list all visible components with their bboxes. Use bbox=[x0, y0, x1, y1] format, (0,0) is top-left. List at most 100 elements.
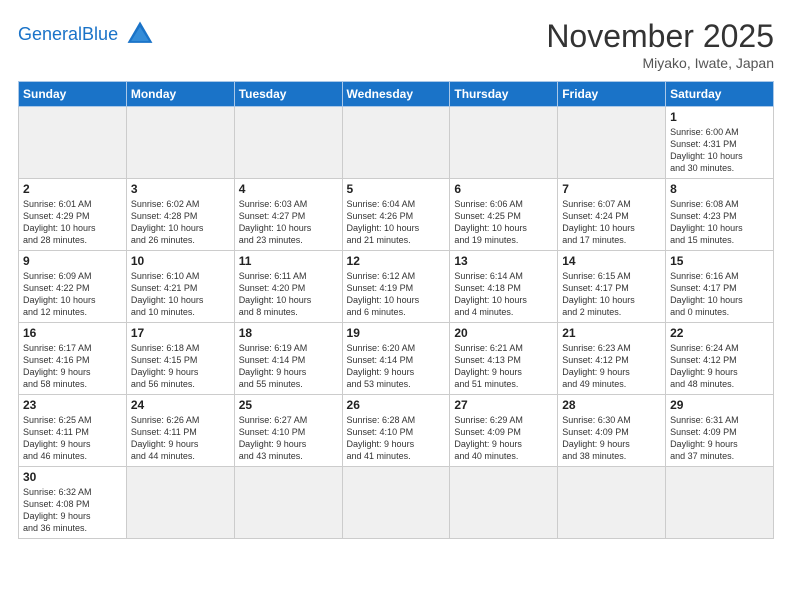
day-info: Sunrise: 6:01 AM Sunset: 4:29 PM Dayligh… bbox=[23, 198, 122, 247]
logo: GeneralBlue bbox=[18, 18, 156, 50]
calendar-cell: 8Sunrise: 6:08 AM Sunset: 4:23 PM Daylig… bbox=[666, 179, 774, 251]
day-info: Sunrise: 6:17 AM Sunset: 4:16 PM Dayligh… bbox=[23, 342, 122, 391]
day-info: Sunrise: 6:27 AM Sunset: 4:10 PM Dayligh… bbox=[239, 414, 338, 463]
page: GeneralBlue November 2025 Miyako, Iwate,… bbox=[0, 0, 792, 612]
day-info: Sunrise: 6:23 AM Sunset: 4:12 PM Dayligh… bbox=[562, 342, 661, 391]
day-number: 18 bbox=[239, 326, 338, 340]
day-info: Sunrise: 6:32 AM Sunset: 4:08 PM Dayligh… bbox=[23, 486, 122, 535]
week-row-0: 1 Sunrise: 6:00 AM Sunset: 4:31 PM Daylig… bbox=[19, 107, 774, 179]
calendar-cell: 29Sunrise: 6:31 AM Sunset: 4:09 PM Dayli… bbox=[666, 395, 774, 467]
day-number: 16 bbox=[23, 326, 122, 340]
day-number: 1 bbox=[670, 110, 769, 124]
day-number: 11 bbox=[239, 254, 338, 268]
day-number: 23 bbox=[23, 398, 122, 412]
calendar-cell bbox=[450, 107, 558, 179]
calendar-cell: 9Sunrise: 6:09 AM Sunset: 4:22 PM Daylig… bbox=[19, 251, 127, 323]
calendar-cell: 19 Sunrise: 6:20 AM Sunset: 4:14 PM Dayli… bbox=[342, 323, 450, 395]
title-block: November 2025 Miyako, Iwate, Japan bbox=[546, 18, 774, 71]
day-number: 14 bbox=[562, 254, 661, 268]
calendar: SundayMondayTuesdayWednesdayThursdayFrid… bbox=[18, 81, 774, 539]
calendar-cell bbox=[450, 467, 558, 539]
calendar-cell bbox=[558, 107, 666, 179]
calendar-cell: 15 Sunrise: 6:16 AM Sunset: 4:17 PM Dayli… bbox=[666, 251, 774, 323]
weekday-header-monday: Monday bbox=[126, 82, 234, 107]
calendar-cell bbox=[234, 467, 342, 539]
day-info: Sunrise: 6:12 AM Sunset: 4:19 PM Dayligh… bbox=[347, 270, 446, 319]
calendar-cell: 24 Sunrise: 6:26 AM Sunset: 4:11 PM Dayli… bbox=[126, 395, 234, 467]
calendar-cell bbox=[126, 107, 234, 179]
day-number: 24 bbox=[131, 398, 230, 412]
day-number: 21 bbox=[562, 326, 661, 340]
calendar-cell bbox=[19, 107, 127, 179]
day-info: Sunrise: 6:26 AM Sunset: 4:11 PM Dayligh… bbox=[131, 414, 230, 463]
calendar-cell: 3Sunrise: 6:02 AM Sunset: 4:28 PM Daylig… bbox=[126, 179, 234, 251]
weekday-header-sunday: Sunday bbox=[19, 82, 127, 107]
calendar-cell: 25 Sunrise: 6:27 AM Sunset: 4:10 PM Dayli… bbox=[234, 395, 342, 467]
day-info: Sunrise: 6:25 AM Sunset: 4:11 PM Dayligh… bbox=[23, 414, 122, 463]
day-number: 15 bbox=[670, 254, 769, 268]
day-info: Sunrise: 6:07 AM Sunset: 4:24 PM Dayligh… bbox=[562, 198, 661, 247]
day-info: Sunrise: 6:03 AM Sunset: 4:27 PM Dayligh… bbox=[239, 198, 338, 247]
calendar-cell bbox=[234, 107, 342, 179]
day-number: 2 bbox=[23, 182, 122, 196]
day-info: Sunrise: 6:09 AM Sunset: 4:22 PM Dayligh… bbox=[23, 270, 122, 319]
day-info: Sunrise: 6:10 AM Sunset: 4:21 PM Dayligh… bbox=[131, 270, 230, 319]
day-info: Sunrise: 6:31 AM Sunset: 4:09 PM Dayligh… bbox=[670, 414, 769, 463]
day-number: 5 bbox=[347, 182, 446, 196]
calendar-cell bbox=[126, 467, 234, 539]
calendar-cell: 12 Sunrise: 6:12 AM Sunset: 4:19 PM Dayli… bbox=[342, 251, 450, 323]
day-number: 7 bbox=[562, 182, 661, 196]
day-info: Sunrise: 6:14 AM Sunset: 4:18 PM Dayligh… bbox=[454, 270, 553, 319]
weekday-header-friday: Friday bbox=[558, 82, 666, 107]
day-number: 6 bbox=[454, 182, 553, 196]
day-number: 13 bbox=[454, 254, 553, 268]
calendar-cell: 2 Sunrise: 6:01 AM Sunset: 4:29 PM Daylig… bbox=[19, 179, 127, 251]
logo-icon bbox=[124, 18, 156, 50]
calendar-cell: 7 Sunrise: 6:07 AM Sunset: 4:24 PM Daylig… bbox=[558, 179, 666, 251]
weekday-header-tuesday: Tuesday bbox=[234, 82, 342, 107]
calendar-cell bbox=[666, 467, 774, 539]
calendar-cell: 30 Sunrise: 6:32 AM Sunset: 4:08 PM Dayli… bbox=[19, 467, 127, 539]
day-number: 22 bbox=[670, 326, 769, 340]
day-number: 20 bbox=[454, 326, 553, 340]
location: Miyako, Iwate, Japan bbox=[546, 55, 774, 71]
day-info: Sunrise: 6:11 AM Sunset: 4:20 PM Dayligh… bbox=[239, 270, 338, 319]
calendar-cell: 26Sunrise: 6:28 AM Sunset: 4:10 PM Dayli… bbox=[342, 395, 450, 467]
day-info: Sunrise: 6:16 AM Sunset: 4:17 PM Dayligh… bbox=[670, 270, 769, 319]
day-number: 25 bbox=[239, 398, 338, 412]
header: GeneralBlue November 2025 Miyako, Iwate,… bbox=[18, 18, 774, 71]
weekday-header-thursday: Thursday bbox=[450, 82, 558, 107]
logo-text-general: GeneralBlue bbox=[18, 25, 118, 43]
day-info: Sunrise: 6:24 AM Sunset: 4:12 PM Dayligh… bbox=[670, 342, 769, 391]
calendar-cell: 22 Sunrise: 6:24 AM Sunset: 4:12 PM Dayli… bbox=[666, 323, 774, 395]
calendar-cell bbox=[342, 107, 450, 179]
month-title: November 2025 bbox=[546, 18, 774, 55]
day-info: Sunrise: 6:20 AM Sunset: 4:14 PM Dayligh… bbox=[347, 342, 446, 391]
calendar-cell: 17Sunrise: 6:18 AM Sunset: 4:15 PM Dayli… bbox=[126, 323, 234, 395]
calendar-cell: 5 Sunrise: 6:04 AM Sunset: 4:26 PM Daylig… bbox=[342, 179, 450, 251]
calendar-cell bbox=[558, 467, 666, 539]
day-number: 19 bbox=[347, 326, 446, 340]
day-number: 30 bbox=[23, 470, 122, 484]
day-info: Sunrise: 6:21 AM Sunset: 4:13 PM Dayligh… bbox=[454, 342, 553, 391]
calendar-cell: 28Sunrise: 6:30 AM Sunset: 4:09 PM Dayli… bbox=[558, 395, 666, 467]
day-number: 28 bbox=[562, 398, 661, 412]
weekday-header-saturday: Saturday bbox=[666, 82, 774, 107]
day-number: 12 bbox=[347, 254, 446, 268]
calendar-cell: 27Sunrise: 6:29 AM Sunset: 4:09 PM Dayli… bbox=[450, 395, 558, 467]
day-info: Sunrise: 6:06 AM Sunset: 4:25 PM Dayligh… bbox=[454, 198, 553, 247]
day-number: 26 bbox=[347, 398, 446, 412]
day-number: 10 bbox=[131, 254, 230, 268]
day-number: 8 bbox=[670, 182, 769, 196]
calendar-cell: 16 Sunrise: 6:17 AM Sunset: 4:16 PM Dayli… bbox=[19, 323, 127, 395]
day-info: Sunrise: 6:04 AM Sunset: 4:26 PM Dayligh… bbox=[347, 198, 446, 247]
calendar-cell: 18 Sunrise: 6:19 AM Sunset: 4:14 PM Dayli… bbox=[234, 323, 342, 395]
day-info: Sunrise: 6:19 AM Sunset: 4:14 PM Dayligh… bbox=[239, 342, 338, 391]
day-info: Sunrise: 6:00 AM Sunset: 4:31 PM Dayligh… bbox=[670, 126, 769, 175]
calendar-cell: 13 Sunrise: 6:14 AM Sunset: 4:18 PM Dayli… bbox=[450, 251, 558, 323]
day-info: Sunrise: 6:15 AM Sunset: 4:17 PM Dayligh… bbox=[562, 270, 661, 319]
day-info: Sunrise: 6:18 AM Sunset: 4:15 PM Dayligh… bbox=[131, 342, 230, 391]
week-row-5: 30 Sunrise: 6:32 AM Sunset: 4:08 PM Dayli… bbox=[19, 467, 774, 539]
day-number: 3 bbox=[131, 182, 230, 196]
calendar-cell: 4Sunrise: 6:03 AM Sunset: 4:27 PM Daylig… bbox=[234, 179, 342, 251]
